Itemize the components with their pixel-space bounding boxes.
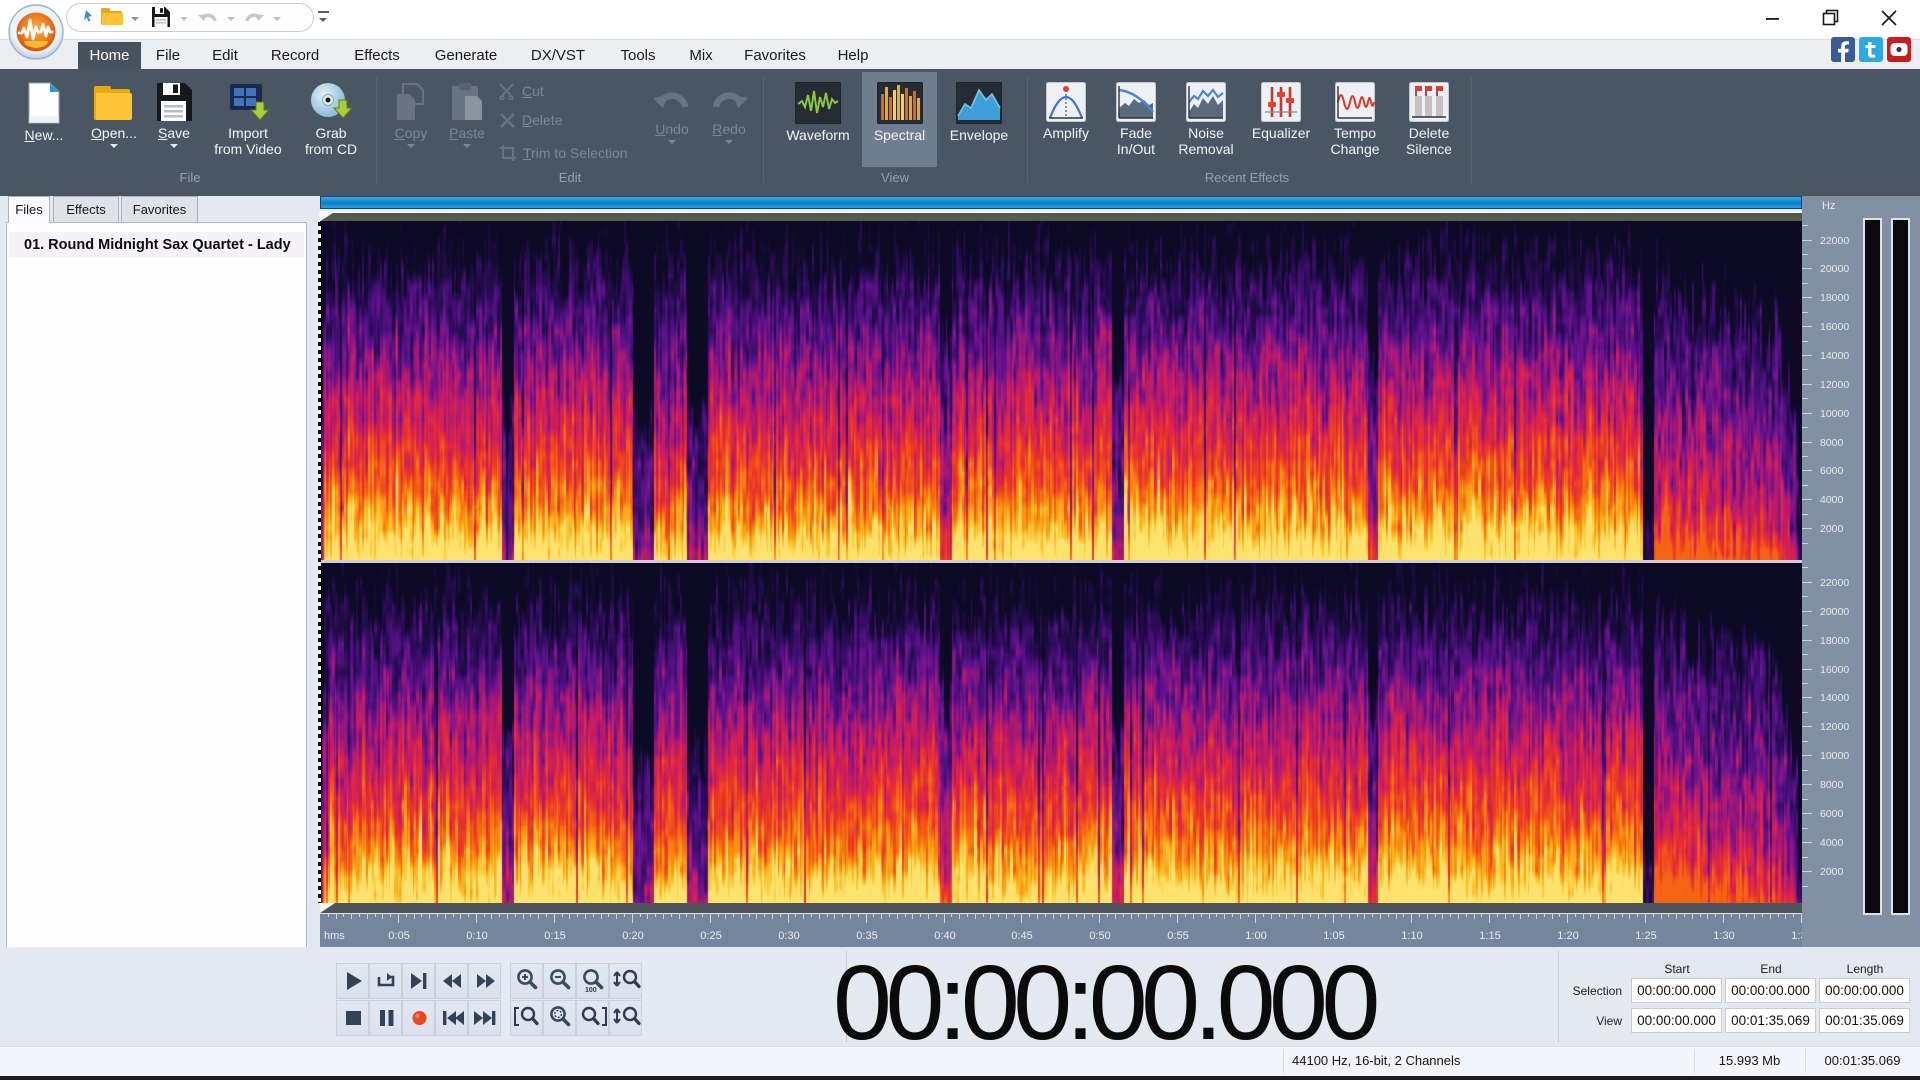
svg-text:100: 100 bbox=[585, 987, 597, 994]
